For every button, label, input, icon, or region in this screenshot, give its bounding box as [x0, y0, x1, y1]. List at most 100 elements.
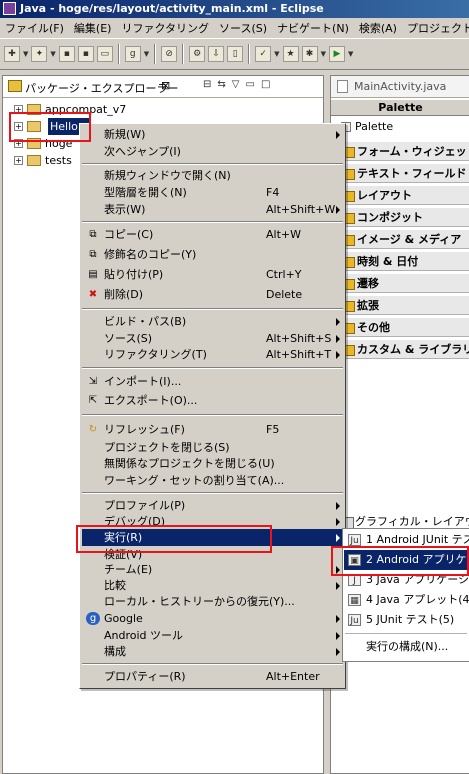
- menu-item-android-tools[interactable]: Android ツール: [82, 627, 343, 644]
- expand-icon[interactable]: +: [14, 156, 23, 165]
- package-explorer-tab[interactable]: パッケージ・エクスプローラー ⊠ ⊟ ⇆ ▽ ▭ □: [3, 76, 323, 98]
- run-dropdown-icon[interactable]: ▼: [348, 50, 353, 58]
- lint-check-icon[interactable]: ✓: [255, 46, 272, 62]
- collapse-all-icon[interactable]: ⊟: [203, 79, 211, 90]
- palette-group[interactable]: 時刻 & 日付: [339, 251, 469, 271]
- menu-item-properties[interactable]: プロパティー(R) Alt+Enter: [82, 668, 343, 685]
- new-project-dropdown-icon[interactable]: ▼: [50, 50, 55, 58]
- menu-item-profile[interactable]: プロファイル(P): [82, 497, 343, 514]
- palette-group[interactable]: カスタム & ライブラリー: [339, 339, 469, 359]
- minimize-icon[interactable]: ▭: [245, 79, 254, 90]
- run-java-application[interactable]: J3 Java アプリケーション: [344, 570, 469, 590]
- device-icon[interactable]: ▯: [227, 46, 244, 62]
- google-icon[interactable]: g: [124, 46, 141, 62]
- toolbar-separator: [182, 44, 185, 64]
- menu-item-source[interactable]: ソース(S) Alt+Shift+S: [82, 330, 343, 347]
- close-icon[interactable]: ⊠: [161, 79, 170, 92]
- tree-item-label: appcompat_v7: [45, 103, 127, 116]
- copy-icon: ⧉: [89, 229, 97, 240]
- maximize-icon[interactable]: □: [261, 79, 270, 90]
- menu-item-show-in[interactable]: 表示(W) Alt+Shift+W: [82, 201, 343, 218]
- palette-group[interactable]: レイアウト: [339, 185, 469, 205]
- new-icon[interactable]: ✚: [4, 46, 20, 62]
- menu-item-team[interactable]: チーム(E): [82, 561, 343, 578]
- menu-item-close-unrelated[interactable]: 無関係なプロジェクトを閉じる(U): [82, 455, 343, 472]
- link-editor-icon[interactable]: ⇆: [217, 79, 225, 90]
- palette-group[interactable]: 遷移: [339, 273, 469, 293]
- palette-title[interactable]: Palette: [331, 118, 469, 136]
- run-java-applet[interactable]: ▦ 4 Java アプレット(4): [344, 590, 469, 610]
- menu-refactor[interactable]: リファクタリング: [116, 20, 214, 36]
- toolbar-separator: [117, 44, 120, 64]
- run-android-junit-test[interactable]: Ju1 Android JUnit テスト: [344, 530, 469, 550]
- menu-item-configure[interactable]: 構成: [82, 643, 343, 660]
- run-configurations[interactable]: 実行の構成(N)...: [344, 637, 469, 657]
- menu-item-restore-local-history[interactable]: ローカル・ヒストリーからの復元(Y)...: [82, 593, 343, 610]
- menu-navigate[interactable]: ナビゲート(N): [272, 20, 354, 36]
- download-icon[interactable]: ⇩: [208, 46, 225, 62]
- menu-item-refactor[interactable]: リファクタリング(T) Alt+Shift+T: [82, 346, 343, 363]
- palette-group[interactable]: イメージ & メディア: [339, 229, 469, 249]
- copy-qualified-icon: ⧉: [89, 249, 97, 260]
- menu-separator: [82, 308, 343, 310]
- import-icon: ⇲: [88, 376, 98, 387]
- main-toolbar: ✚ ▼ ✦ ▼ ▪ ▪ ▭ g ▼ ⊘ ⚙ ⇩ ▯ ✓ ▼ ★ ✱ ▼ ▶ ▼: [0, 38, 469, 70]
- palette-group[interactable]: テキスト・フィールド: [339, 163, 469, 183]
- view-menu-icon[interactable]: ▽: [232, 79, 240, 90]
- junit-icon: Ju: [348, 614, 361, 626]
- new-project-icon[interactable]: ✦: [31, 46, 48, 62]
- menu-project[interactable]: プロジェクト(P): [402, 20, 469, 36]
- menu-item-assign-working-set[interactable]: ワーキング・セットの割り当て(A)...: [82, 472, 343, 489]
- package-explorer-icon: [8, 80, 22, 92]
- palette-group[interactable]: 拡張: [339, 295, 469, 315]
- menu-item-delete[interactable]: ✖ 削除(D) Delete: [82, 286, 343, 303]
- menu-item-paste[interactable]: ▤ 貼り付け(P) Ctrl+Y: [82, 266, 343, 283]
- menu-source[interactable]: ソース(S): [214, 20, 272, 36]
- save-all-icon[interactable]: ▪: [77, 46, 94, 62]
- menu-file[interactable]: ファイル(F): [0, 20, 69, 36]
- debug-icon[interactable]: ✱: [301, 46, 318, 62]
- expand-icon[interactable]: +: [14, 105, 23, 114]
- menu-item-import[interactable]: ⇲ インポート(I)...: [82, 373, 343, 390]
- menu-item-go-into[interactable]: 次へジャンプ(I): [82, 143, 343, 160]
- menu-item-refresh[interactable]: ↻ リフレッシュ(F) F5: [82, 421, 343, 438]
- menu-item-copy[interactable]: ⧉ コピー(C) Alt+W: [82, 226, 343, 243]
- palette-group[interactable]: フォーム・ウィジェット: [339, 141, 469, 161]
- menu-item-google[interactable]: g Google: [82, 610, 343, 627]
- run-icon[interactable]: ▶: [328, 46, 345, 62]
- palette-group[interactable]: その他: [339, 317, 469, 337]
- menu-item-close-project[interactable]: プロジェクトを閉じる(S): [82, 439, 343, 456]
- expand-icon[interactable]: +: [14, 122, 23, 131]
- google-dropdown-icon[interactable]: ▼: [144, 50, 149, 58]
- sdk-manager-icon[interactable]: ⚙: [189, 46, 206, 62]
- menu-item-build-path[interactable]: ビルド・パス(B): [82, 313, 343, 330]
- new-android-icon[interactable]: ★: [282, 46, 299, 62]
- palette-header[interactable]: Palette: [331, 100, 469, 116]
- menu-item-run[interactable]: 実行(R): [82, 529, 343, 546]
- run-junit-test[interactable]: Ju 5 JUnit テスト(5): [344, 610, 469, 630]
- menu-search[interactable]: 検索(A): [354, 20, 402, 36]
- lint-dropdown-icon[interactable]: ▼: [274, 50, 279, 58]
- palette-group[interactable]: コンポジット: [339, 207, 469, 227]
- package-explorer-title: パッケージ・エクスプローラー: [25, 82, 179, 95]
- skip-breakpoints-icon[interactable]: ⊘: [161, 46, 178, 62]
- save-icon[interactable]: ▪: [58, 46, 75, 62]
- menu-item-new[interactable]: 新規(W): [82, 126, 343, 143]
- menu-item-open-type-hierarchy[interactable]: 型階層を開く(N) F4: [82, 184, 343, 201]
- menu-item-export[interactable]: ⇱ エクスポート(O)...: [82, 392, 343, 409]
- menu-bar: ファイル(F) 編集(E) リファクタリング ソース(S) ナビゲート(N) 検…: [0, 18, 469, 38]
- print-icon[interactable]: ▭: [96, 46, 113, 62]
- window-title-bar[interactable]: Java - hoge/res/layout/activity_main.xml…: [0, 0, 469, 18]
- menu-item-compare[interactable]: 比較: [82, 577, 343, 594]
- menu-item-copy-qualified[interactable]: ⧉ 修飾名のコピー(Y): [82, 246, 343, 263]
- new-dropdown-icon[interactable]: ▼: [23, 50, 28, 58]
- menu-item-open-new-window[interactable]: 新規ウィンドウで開く(N): [82, 167, 343, 184]
- run-android-application[interactable]: ▣2 Android アプリケーション: [344, 550, 469, 570]
- expand-icon[interactable]: +: [14, 139, 23, 148]
- menu-edit[interactable]: 編集(E): [69, 20, 117, 36]
- project-folder-icon: [27, 104, 41, 115]
- editor-tab-mainactivity[interactable]: MainActivity.java: [331, 76, 469, 98]
- debug-dropdown-icon[interactable]: ▼: [321, 50, 326, 58]
- tree-item-appcompat[interactable]: + appcompat_v7: [3, 101, 323, 118]
- menu-item-debug[interactable]: デバッグ(D): [82, 513, 343, 530]
